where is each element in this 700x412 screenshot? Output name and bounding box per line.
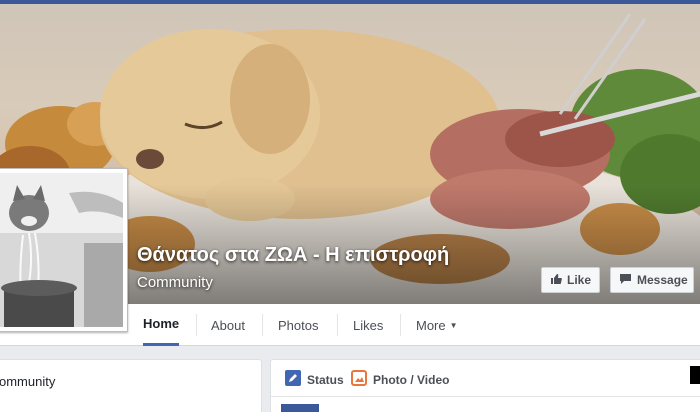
tab-likes-label: Likes bbox=[353, 317, 384, 333]
message-button-label: Message bbox=[637, 273, 688, 287]
tab-likes[interactable]: Likes bbox=[353, 304, 383, 346]
photo-icon bbox=[351, 370, 367, 389]
nav-divider bbox=[337, 314, 338, 336]
left-card-category[interactable]: ommunity bbox=[0, 374, 55, 389]
page-title[interactable]: Θάνατος στα ΖΩΑ - Η επιστροφή bbox=[137, 244, 449, 267]
composer-divider bbox=[271, 396, 700, 397]
tab-about[interactable]: About bbox=[211, 304, 245, 346]
caret-down-icon: ▼ bbox=[449, 320, 458, 330]
nav-divider bbox=[400, 314, 401, 336]
profile-picture-image bbox=[0, 173, 123, 327]
page-category[interactable]: Community bbox=[137, 274, 213, 291]
like-button-label: Like bbox=[567, 273, 592, 287]
status-tab[interactable]: Status bbox=[285, 370, 344, 389]
scrollbar-fragment bbox=[690, 366, 700, 384]
message-icon bbox=[619, 273, 632, 288]
tab-photos-label: Photos bbox=[278, 317, 319, 333]
post-composer: Status Photo / Video bbox=[270, 359, 700, 412]
photo-video-tab[interactable]: Photo / Video bbox=[351, 370, 449, 389]
tab-more[interactable]: More ▼ bbox=[416, 304, 458, 346]
thumbs-up-icon bbox=[550, 273, 562, 288]
tab-home-label: Home bbox=[143, 316, 180, 331]
pencil-icon bbox=[285, 370, 301, 389]
tab-photos[interactable]: Photos bbox=[278, 304, 318, 346]
status-tab-label: Status bbox=[307, 372, 344, 387]
profile-picture[interactable] bbox=[0, 168, 128, 332]
tab-more-label: More bbox=[416, 317, 446, 333]
left-info-card: ommunity bbox=[0, 359, 262, 412]
message-button[interactable]: Message bbox=[610, 267, 694, 293]
avatar bbox=[281, 404, 319, 412]
nav-divider bbox=[262, 314, 263, 336]
tab-home[interactable]: Home bbox=[143, 304, 180, 346]
tab-about-label: About bbox=[211, 317, 245, 333]
like-button[interactable]: Like bbox=[541, 267, 600, 293]
nav-divider bbox=[196, 314, 197, 336]
photo-video-tab-label: Photo / Video bbox=[373, 372, 450, 387]
